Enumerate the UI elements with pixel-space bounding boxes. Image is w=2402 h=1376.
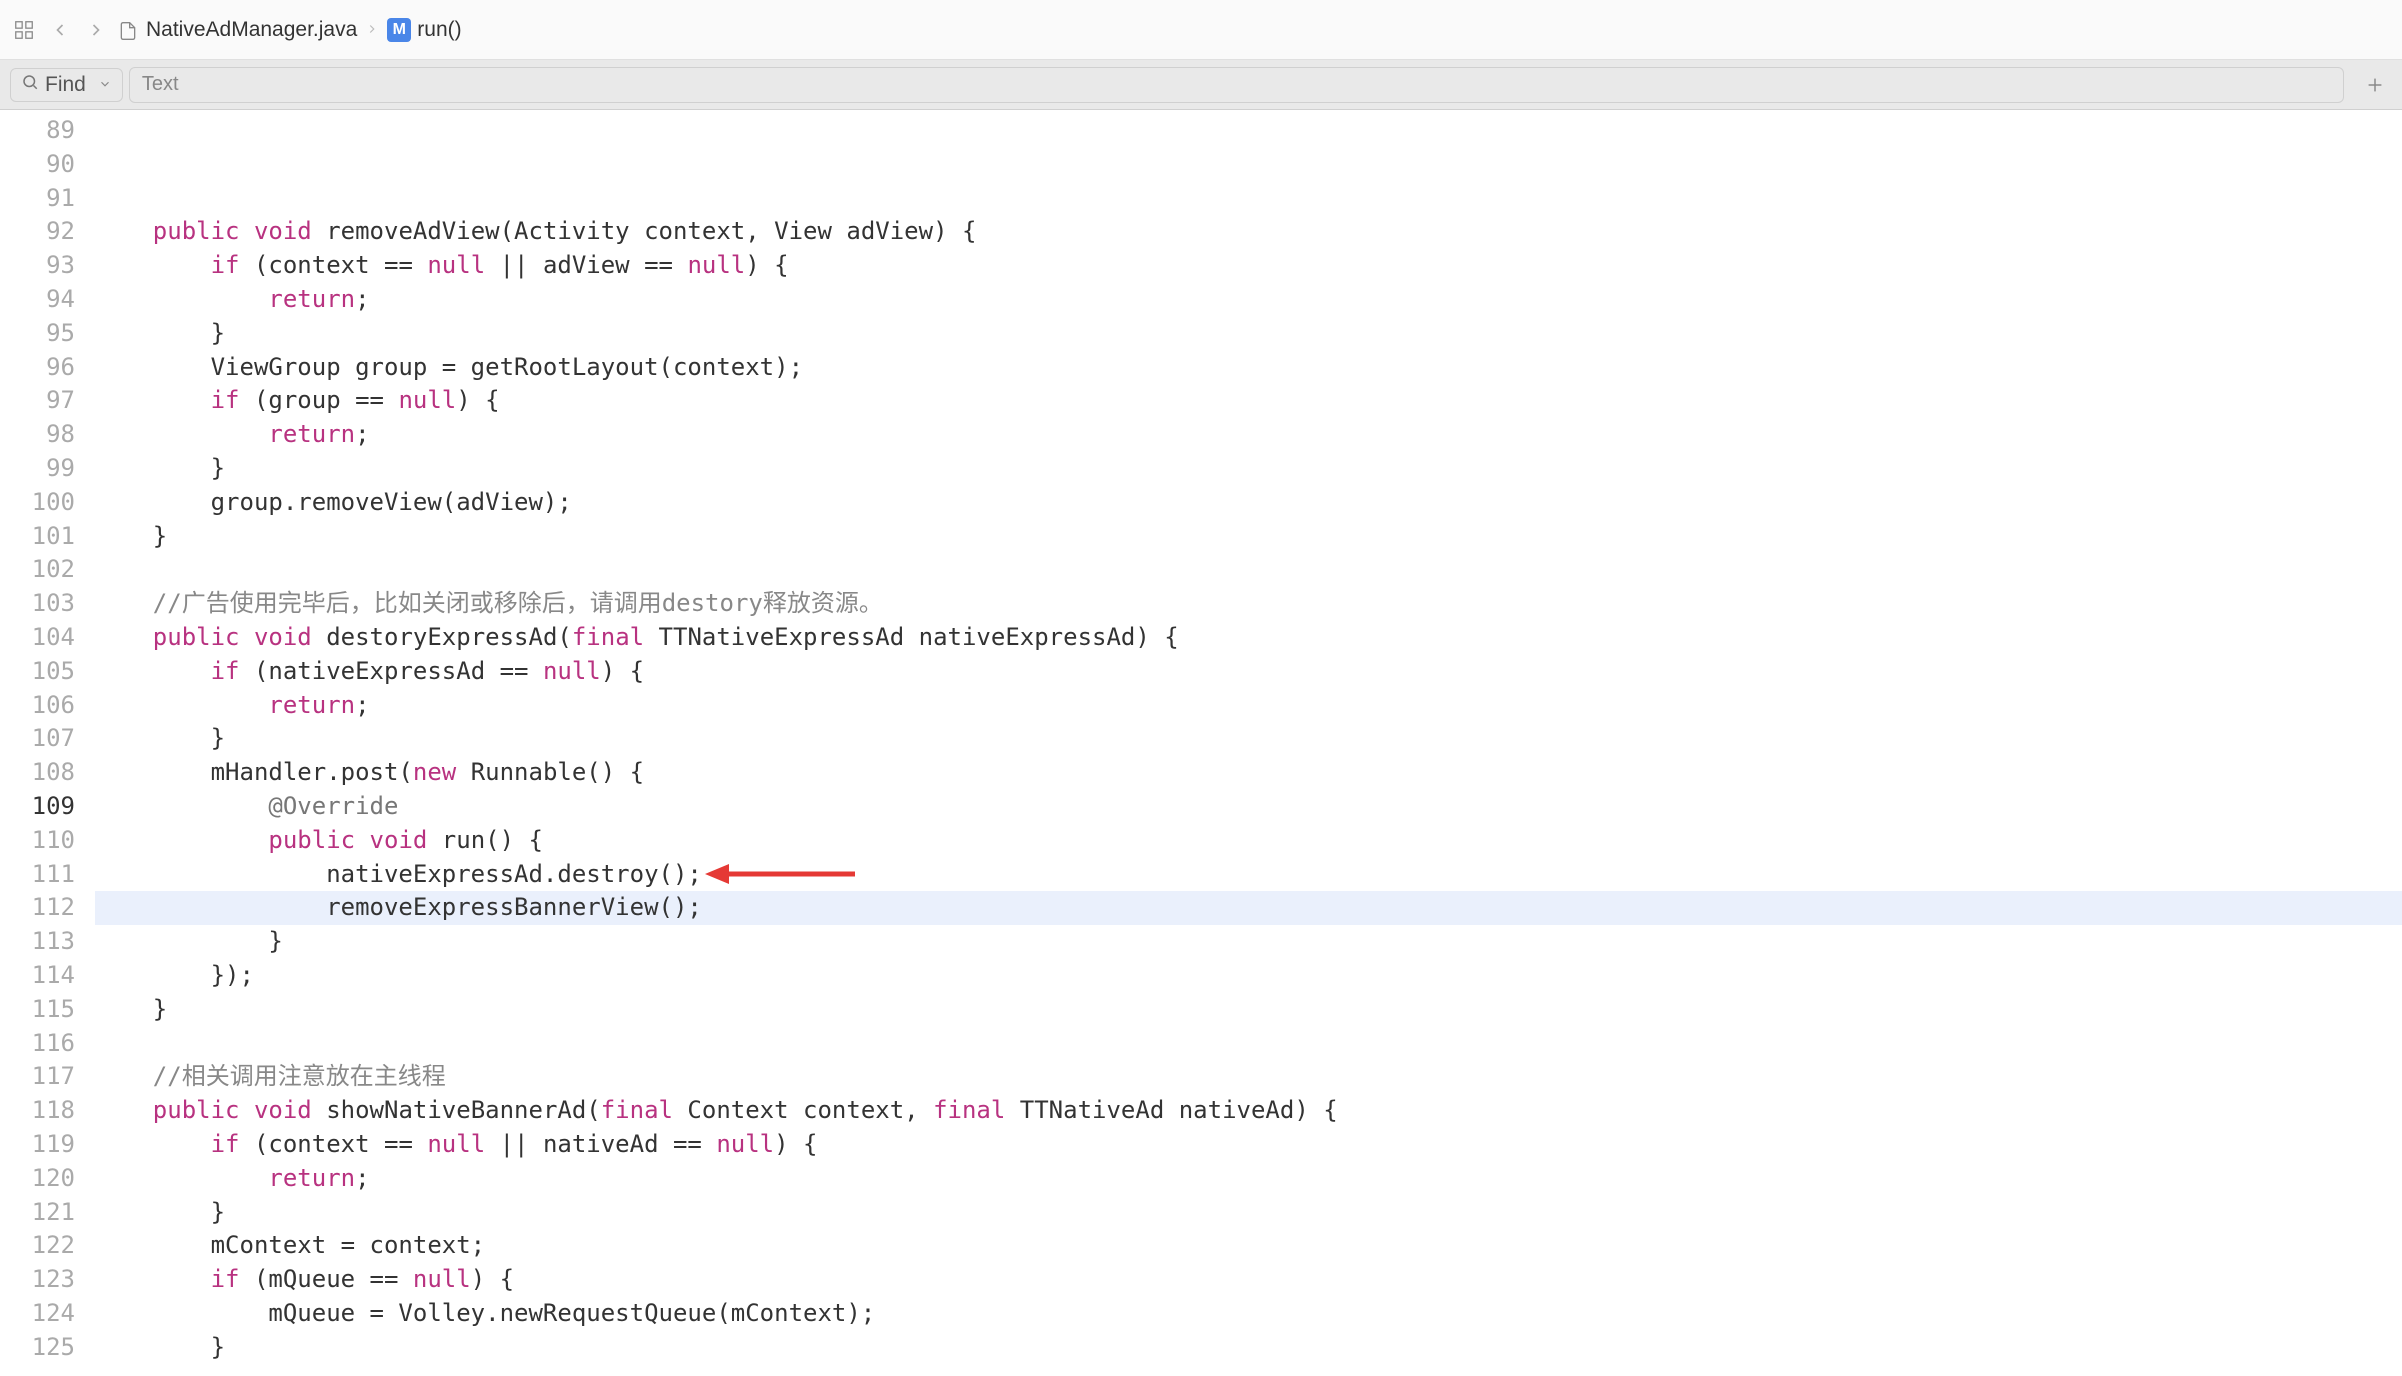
code-line[interactable]: return; xyxy=(95,283,2402,317)
code-line[interactable]: @Override xyxy=(95,790,2402,824)
code-line[interactable]: public void run() { xyxy=(95,824,2402,858)
line-number: 119 xyxy=(0,1128,75,1162)
breadcrumb-separator-icon xyxy=(365,18,379,42)
grid-icon[interactable] xyxy=(10,16,38,44)
code-line[interactable]: } xyxy=(95,317,2402,351)
code-line[interactable]: } xyxy=(95,452,2402,486)
breadcrumb-file-label: NativeAdManager.java xyxy=(146,18,357,42)
code-line[interactable]: mQueue = Volley.newRequestQueue(mContext… xyxy=(95,1297,2402,1331)
code-line[interactable]: if (group == null) { xyxy=(95,384,2402,418)
line-number: 102 xyxy=(0,553,75,587)
code-line[interactable]: return; xyxy=(95,689,2402,723)
line-number: 121 xyxy=(0,1196,75,1230)
method-badge-icon: M xyxy=(387,18,411,42)
find-label: Find xyxy=(45,73,86,97)
breadcrumb-file[interactable]: NativeAdManager.java xyxy=(118,18,357,42)
line-number: 117 xyxy=(0,1060,75,1094)
line-number: 95 xyxy=(0,317,75,351)
code-line[interactable]: public void destoryExpressAd(final TTNat… xyxy=(95,621,2402,655)
code-line[interactable]: } xyxy=(95,722,2402,756)
code-line[interactable]: } xyxy=(95,520,2402,554)
line-number: 110 xyxy=(0,824,75,858)
code-editor[interactable]: 8990919293949596979899100101102103104105… xyxy=(0,110,2402,1376)
breadcrumb-method[interactable]: M run() xyxy=(387,18,461,42)
line-number: 97 xyxy=(0,384,75,418)
line-number: 90 xyxy=(0,148,75,182)
line-number: 114 xyxy=(0,959,75,993)
line-number: 104 xyxy=(0,621,75,655)
breadcrumb-method-label: run() xyxy=(417,18,461,42)
line-number: 111 xyxy=(0,858,75,892)
code-line[interactable]: }); xyxy=(95,959,2402,993)
line-number: 116 xyxy=(0,1027,75,1061)
nav-forward-button[interactable] xyxy=(82,16,110,44)
find-bar: Find Text xyxy=(0,60,2402,110)
line-number: 124 xyxy=(0,1297,75,1331)
line-number: 101 xyxy=(0,520,75,554)
code-line[interactable] xyxy=(95,553,2402,587)
code-line[interactable]: if (mQueue == null) { xyxy=(95,1263,2402,1297)
line-number: 92 xyxy=(0,215,75,249)
line-number: 112 xyxy=(0,891,75,925)
line-number: 94 xyxy=(0,283,75,317)
find-mode-selector[interactable]: Find xyxy=(10,68,123,102)
code-line[interactable]: } xyxy=(95,1196,2402,1230)
line-number: 120 xyxy=(0,1162,75,1196)
line-number: 118 xyxy=(0,1094,75,1128)
line-number: 99 xyxy=(0,452,75,486)
line-number: 107 xyxy=(0,722,75,756)
search-icon xyxy=(21,73,39,97)
line-number: 98 xyxy=(0,418,75,452)
line-number: 125 xyxy=(0,1331,75,1365)
code-line[interactable]: if (nativeExpressAd == null) { xyxy=(95,655,2402,689)
line-gutter: 8990919293949596979899100101102103104105… xyxy=(0,110,95,1376)
code-line[interactable]: removeExpressBannerView(); xyxy=(95,891,2402,925)
line-number: 108 xyxy=(0,756,75,790)
add-search-button[interactable] xyxy=(2358,68,2392,102)
code-line[interactable]: mContext = context; xyxy=(95,1229,2402,1263)
line-number: 122 xyxy=(0,1229,75,1263)
line-number: 109 xyxy=(0,790,75,824)
code-line[interactable]: nativeExpressAd.destroy(); xyxy=(95,858,2402,892)
find-input[interactable]: Text xyxy=(129,67,2344,103)
code-line[interactable]: } xyxy=(95,993,2402,1027)
code-line[interactable] xyxy=(95,1364,2402,1376)
line-number: 115 xyxy=(0,993,75,1027)
line-number: 93 xyxy=(0,249,75,283)
nav-back-button[interactable] xyxy=(46,16,74,44)
code-line[interactable]: mHandler.post(new Runnable() { xyxy=(95,756,2402,790)
code-line[interactable]: } xyxy=(95,1331,2402,1365)
line-number: 89 xyxy=(0,114,75,148)
line-number: 113 xyxy=(0,925,75,959)
line-number: 91 xyxy=(0,182,75,216)
line-number: 106 xyxy=(0,689,75,723)
file-icon xyxy=(118,19,140,41)
code-area[interactable]: public void removeAdView(Activity contex… xyxy=(95,110,2402,1376)
line-number: 103 xyxy=(0,587,75,621)
line-number: 105 xyxy=(0,655,75,689)
chevron-down-icon xyxy=(98,73,112,97)
code-line[interactable]: group.removeView(adView); xyxy=(95,486,2402,520)
line-number: 96 xyxy=(0,351,75,385)
code-line[interactable]: return; xyxy=(95,1162,2402,1196)
code-line[interactable]: return; xyxy=(95,418,2402,452)
code-line[interactable]: } xyxy=(95,925,2402,959)
line-number: 123 xyxy=(0,1263,75,1297)
code-line[interactable] xyxy=(95,1027,2402,1061)
code-line[interactable]: if (context == null || nativeAd == null)… xyxy=(95,1128,2402,1162)
code-line[interactable]: //相关调用注意放在主线程 xyxy=(95,1060,2402,1094)
code-line[interactable]: ViewGroup group = getRootLayout(context)… xyxy=(95,351,2402,385)
line-number: 100 xyxy=(0,486,75,520)
code-line[interactable]: public void removeAdView(Activity contex… xyxy=(95,215,2402,249)
code-line[interactable]: if (context == null || adView == null) { xyxy=(95,249,2402,283)
code-line[interactable]: //广告使用完毕后，比如关闭或移除后，请调用destory释放资源。 xyxy=(95,587,2402,621)
breadcrumb-bar: NativeAdManager.java M run() xyxy=(0,0,2402,60)
code-line[interactable]: public void showNativeBannerAd(final Con… xyxy=(95,1094,2402,1128)
find-input-placeholder: Text xyxy=(142,73,179,96)
